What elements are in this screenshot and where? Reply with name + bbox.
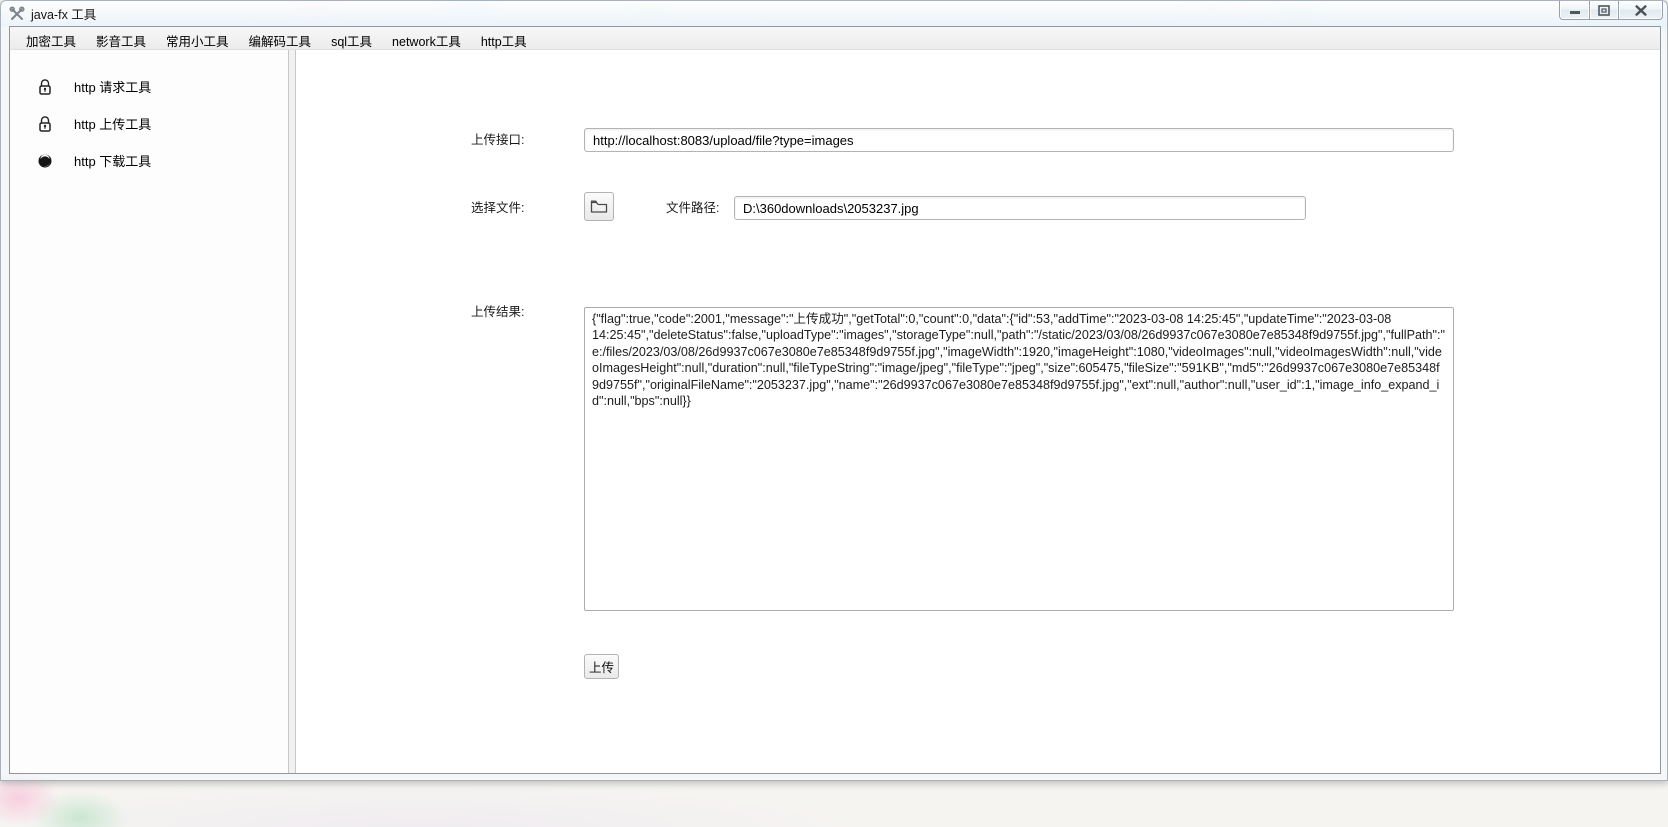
sidebar-item-http-download-tool[interactable]: http 下载工具 (10, 142, 288, 179)
caption-buttons (1559, 1, 1663, 20)
upload-api-input[interactable] (584, 128, 1454, 152)
desktop-background: { "window": { "title": "java-fx 工具", "ic… (0, 0, 1668, 827)
sidebar-item-label: http 上传工具 (74, 114, 151, 133)
sidebar-item-http-request-tool[interactable]: http 请求工具 (10, 68, 288, 105)
upload-result-label: 上传结果: (471, 301, 524, 320)
sidebar-item-http-upload-tool[interactable]: http 上传工具 (10, 105, 288, 142)
upload-button[interactable]: 上传 (584, 654, 619, 679)
title-bar[interactable]: java-fx 工具 (1, 1, 1667, 26)
sidebar: http 请求工具 http 上传工具 (10, 50, 288, 773)
window-title: java-fx 工具 (31, 4, 96, 23)
workspace: http 请求工具 http 上传工具 (10, 50, 1660, 773)
close-button[interactable] (1619, 1, 1663, 20)
choose-file-button[interactable] (584, 192, 614, 221)
upload-api-label: 上传接口: (471, 128, 524, 152)
sidebar-item-label: http 请求工具 (74, 77, 151, 96)
maximize-icon (1598, 5, 1610, 16)
lock-icon (37, 78, 53, 95)
menu-item-http-tools[interactable]: http工具 (471, 27, 537, 49)
upload-panel: 上传接口: 选择文件: 文件路径: 上传结果: {"flag":true,"co… (296, 50, 1660, 773)
maximize-button[interactable] (1589, 1, 1619, 20)
folder-icon (590, 199, 608, 214)
client-area: 加密工具 影音工具 常用小工具 编解码工具 sql工具 network工具 ht… (9, 26, 1661, 774)
file-path-input[interactable] (734, 196, 1306, 220)
menu-item-common-tools[interactable]: 常用小工具 (156, 27, 239, 49)
lock-icon (37, 115, 53, 132)
close-icon (1635, 5, 1647, 16)
menu-item-network-tools[interactable]: network工具 (382, 27, 471, 49)
sidebar-item-label: http 下载工具 (74, 151, 151, 170)
menu-item-media-tools[interactable]: 影音工具 (86, 27, 156, 49)
tools-icon (9, 6, 25, 22)
app-window: java-fx 工具 (0, 0, 1668, 781)
menu-item-encrypt-tools[interactable]: 加密工具 (16, 27, 86, 49)
minimize-button[interactable] (1559, 1, 1589, 20)
sync-icon (37, 152, 53, 169)
file-path-label: 文件路径: (666, 195, 719, 221)
splitpane-divider[interactable] (288, 50, 296, 773)
choose-file-label: 选择文件: (471, 195, 524, 221)
menu-item-codec-tools[interactable]: 编解码工具 (239, 27, 322, 49)
upload-result-textarea[interactable]: {"flag":true,"code":2001,"message":"上传成功… (584, 307, 1454, 611)
minimize-icon (1569, 5, 1581, 15)
menu-item-sql-tools[interactable]: sql工具 (321, 27, 382, 49)
upload-button-label: 上传 (589, 657, 614, 676)
menu-bar: 加密工具 影音工具 常用小工具 编解码工具 sql工具 network工具 ht… (10, 27, 1660, 50)
